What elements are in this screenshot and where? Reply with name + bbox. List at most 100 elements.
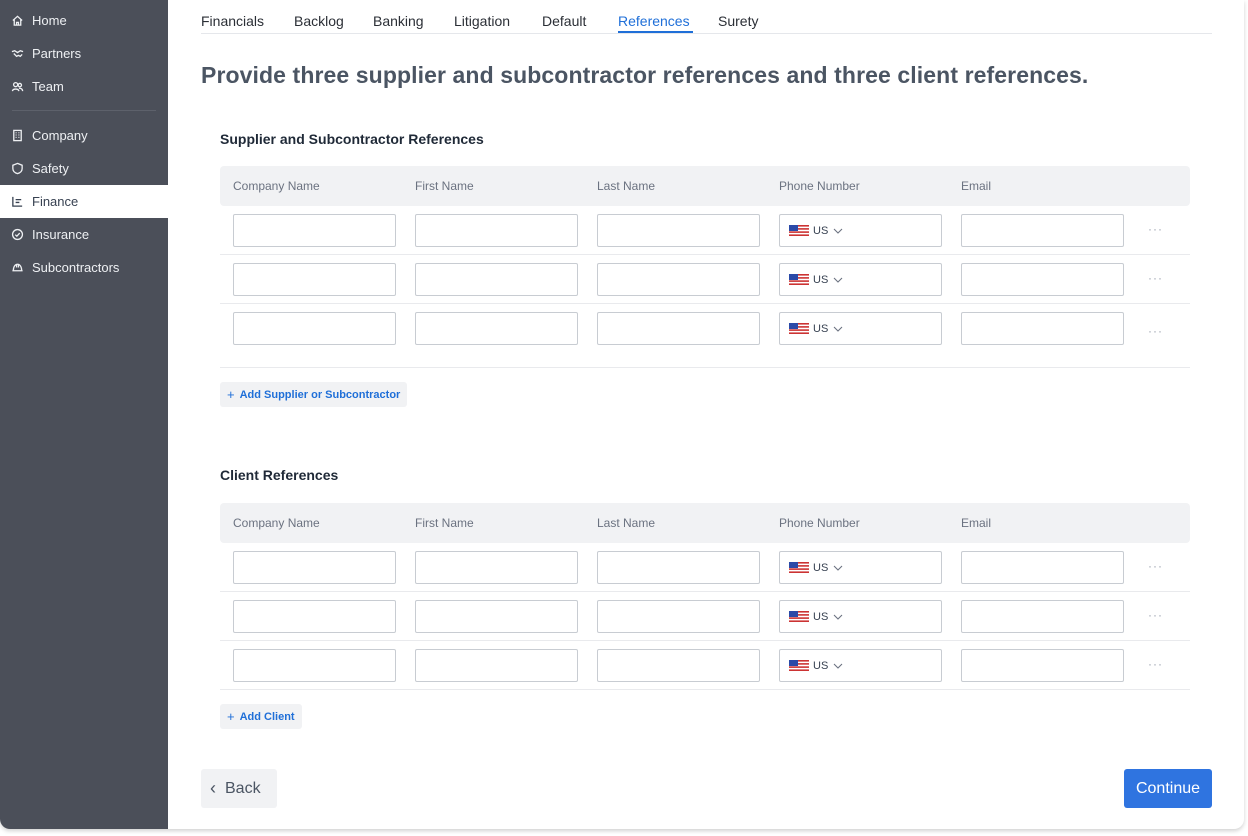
column-header-email: Email [961,179,992,193]
back-label: Back [225,779,261,797]
more-options-icon[interactable]: ··· [1148,657,1163,671]
first-name-field[interactable] [415,312,578,345]
tab-default[interactable]: Default [542,13,586,29]
last-name-field[interactable] [597,263,760,296]
sidebar-item-label: Team [32,79,64,94]
table-header: Company Name First Name Last Name Phone … [220,166,1190,206]
chevron-down-icon [833,277,843,283]
sidebar: Home Partners Team Company Safety Financ… [0,0,168,829]
sidebar-item-label: Company [32,128,88,143]
sidebar-item-subcontractors[interactable]: Subcontractors [0,251,168,284]
last-name-field[interactable] [597,312,760,345]
add-supplier-label: Add Supplier or Subcontractor [239,388,401,401]
last-name-field[interactable] [597,649,760,682]
last-name-field[interactable] [597,551,760,584]
more-options-icon[interactable]: ··· [1148,608,1163,622]
phone-country-select[interactable]: US [779,649,942,682]
us-flag-icon [789,660,809,671]
email-field[interactable] [961,649,1124,682]
team-icon [10,80,24,94]
chevron-down-icon [833,326,843,332]
sidebar-item-home[interactable]: Home [0,4,168,37]
phone-country-select[interactable]: US [779,214,942,247]
plus-icon: + [227,709,235,724]
last-name-field[interactable] [597,214,760,247]
first-name-field[interactable] [415,551,578,584]
last-name-field[interactable] [597,600,760,633]
supplier-section-title: Supplier and Subcontractor References [220,131,484,147]
sidebar-item-safety[interactable]: Safety [0,152,168,185]
first-name-field[interactable] [415,600,578,633]
add-client-label: Add Client [239,710,295,723]
sidebar-item-team[interactable]: Team [0,70,168,103]
more-options-icon[interactable]: ··· [1148,559,1163,573]
more-options-icon[interactable]: ··· [1148,324,1163,338]
country-code: US [813,224,829,237]
country-code: US [813,273,829,286]
sidebar-item-company[interactable]: Company [0,119,168,152]
continue-button[interactable]: Continue [1124,769,1212,808]
column-header-first-name: First Name [415,179,474,193]
tab-financials[interactable]: Financials [201,13,264,29]
company-name-field[interactable] [233,649,396,682]
tab-surety[interactable]: Surety [718,13,758,29]
column-header-phone: Phone Number [779,179,860,193]
first-name-field[interactable] [415,263,578,296]
column-header-last-name: Last Name [597,179,656,193]
column-header-phone: Phone Number [779,516,860,530]
client-section-title: Client References [220,467,339,483]
tab-bar: Financials Backlog Banking Litigation De… [201,0,1212,34]
country-code: US [813,610,829,623]
client-references-table: Company Name First Name Last Name Phone … [220,503,1190,690]
sidebar-item-label: Safety [32,161,69,176]
email-field[interactable] [961,214,1124,247]
app-window: Home Partners Team Company Safety Financ… [0,0,1244,829]
building-icon [10,129,24,143]
tab-references[interactable]: References [618,13,690,29]
company-name-field[interactable] [233,263,396,296]
plus-icon: + [227,387,235,402]
column-header-first-name: First Name [415,516,474,530]
phone-country-select[interactable]: US [779,263,942,296]
company-name-field[interactable] [233,600,396,633]
sidebar-item-insurance[interactable]: Insurance [0,218,168,251]
chevron-down-icon [833,663,843,669]
chart-icon [10,195,24,209]
phone-country-select[interactable]: US [779,551,942,584]
company-name-field[interactable] [233,312,396,345]
us-flag-icon [789,611,809,622]
back-button[interactable]: ‹ Back [201,769,277,808]
more-options-icon[interactable]: ··· [1148,271,1163,285]
add-client-button[interactable]: + Add Client [220,704,302,729]
chevron-down-icon [833,614,843,620]
sidebar-item-label: Subcontractors [32,260,120,275]
phone-country-select[interactable]: US [779,312,942,345]
more-options-icon[interactable]: ··· [1148,222,1163,236]
tab-banking[interactable]: Banking [373,13,424,29]
chevron-down-icon [833,228,843,234]
column-header-email: Email [961,516,992,530]
company-name-field[interactable] [233,214,396,247]
phone-country-select[interactable]: US [779,600,942,633]
tab-litigation[interactable]: Litigation [454,13,510,29]
sidebar-item-partners[interactable]: Partners [0,37,168,70]
page-title: Provide three supplier and subcontractor… [201,62,1089,88]
table-row: US ··· [220,255,1190,304]
sidebar-item-label: Partners [32,46,82,61]
email-field[interactable] [961,312,1124,345]
email-field[interactable] [961,600,1124,633]
add-supplier-button[interactable]: + Add Supplier or Subcontractor [220,382,408,407]
first-name-field[interactable] [415,649,578,682]
sidebar-divider [12,110,156,111]
company-name-field[interactable] [233,551,396,584]
first-name-field[interactable] [415,214,578,247]
sidebar-item-label: Home [32,13,67,28]
tab-backlog[interactable]: Backlog [294,13,344,29]
email-field[interactable] [961,263,1124,296]
hardhat-icon [10,261,24,275]
active-tab-indicator [618,31,693,33]
email-field[interactable] [961,551,1124,584]
us-flag-icon [789,225,809,236]
sidebar-item-finance[interactable]: Finance [0,185,168,218]
us-flag-icon [789,562,809,573]
